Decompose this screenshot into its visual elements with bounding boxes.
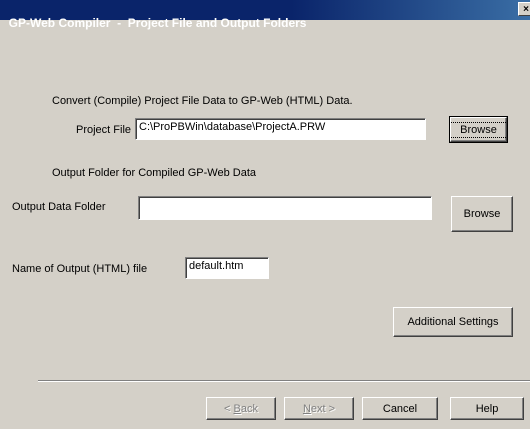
window-title: GP-Web Compiler - Project File and Outpu…	[8, 16, 307, 30]
output-folder-label: Output Data Folder	[12, 201, 106, 213]
additional-settings-button[interactable]: Additional Settings	[393, 307, 513, 337]
footer-separator-highlight	[38, 381, 530, 382]
back-button[interactable]: < Back	[206, 397, 276, 420]
help-button[interactable]: Help	[450, 397, 524, 420]
cancel-button[interactable]: Cancel	[362, 397, 438, 420]
output-folder-input[interactable]	[138, 196, 432, 220]
output-heading: Output Folder for Compiled GP-Web Data	[52, 167, 256, 179]
html-file-input[interactable]: default.htm	[185, 257, 269, 279]
html-file-label: Name of Output (HTML) file	[12, 263, 148, 275]
close-icon[interactable]: ×	[518, 2, 530, 16]
project-file-browse-button[interactable]: Browse	[449, 116, 508, 143]
project-file-input[interactable]: C:\ProPBWin\database\ProjectA.PRW	[135, 118, 426, 140]
project-file-label: Project File	[76, 124, 132, 136]
output-folder-browse-button[interactable]: Browse	[451, 196, 513, 232]
window-titlebar: GP-Web Compiler - Project File and Outpu…	[0, 0, 530, 30]
next-button[interactable]: Next >	[284, 397, 354, 420]
convert-heading: Convert (Compile) Project File Data to G…	[52, 95, 353, 107]
